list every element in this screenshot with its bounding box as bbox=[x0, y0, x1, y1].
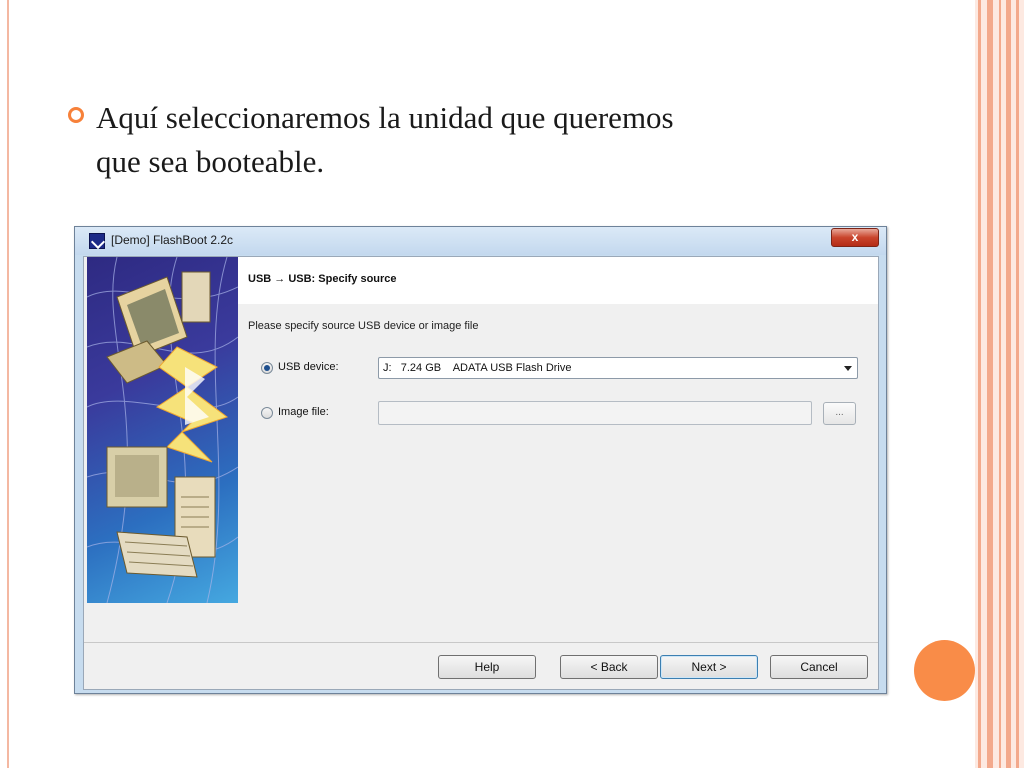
image-file-label[interactable]: Image file: bbox=[278, 406, 329, 418]
slide-decor-circle bbox=[914, 640, 975, 701]
wizard-side-image bbox=[87, 257, 238, 603]
slide-bullet-text: Aquí seleccionaremos la unidad que quere… bbox=[96, 100, 674, 179]
usb-device-select[interactable]: J: 7.24 GB ADATA USB Flash Drive bbox=[378, 357, 858, 379]
close-button[interactable]: x bbox=[831, 228, 879, 247]
back-button[interactable]: < Back bbox=[560, 655, 658, 679]
usb-device-label[interactable]: USB device: bbox=[278, 361, 339, 373]
browse-button[interactable]: ... bbox=[823, 402, 856, 425]
chevron-down-icon bbox=[844, 366, 852, 371]
wizard-instruction: Please specify source USB device or imag… bbox=[248, 320, 479, 332]
image-file-radio[interactable] bbox=[261, 407, 273, 419]
window-title: [Demo] FlashBoot 2.2c bbox=[111, 233, 234, 247]
app-icon bbox=[89, 233, 105, 249]
window-titlebar[interactable]: [Demo] FlashBoot 2.2c x bbox=[75, 227, 886, 255]
slide-right-stripe bbox=[1016, 0, 1019, 768]
usb-device-radio[interactable] bbox=[261, 362, 273, 374]
wizard-header: USB → USB: Specify source bbox=[238, 257, 878, 304]
slide-left-border bbox=[7, 0, 9, 768]
computers-illustration-icon bbox=[87, 257, 238, 603]
slide-right-stripe bbox=[999, 0, 1001, 768]
wizard-step-title: USB → USB: Specify source bbox=[248, 273, 397, 285]
footer-divider bbox=[84, 642, 878, 643]
help-button[interactable]: Help bbox=[438, 655, 536, 679]
next-button[interactable]: Next > bbox=[660, 655, 758, 679]
wizard-client-area: USB → USB: Specify source Please specify… bbox=[83, 256, 879, 690]
cancel-button[interactable]: Cancel bbox=[770, 655, 868, 679]
flashboot-window: [Demo] FlashBoot 2.2c x USB → USB: Speci… bbox=[74, 226, 887, 694]
slide-right-stripe bbox=[987, 0, 993, 768]
bullet-icon bbox=[68, 107, 84, 123]
slide-right-stripe bbox=[978, 0, 981, 768]
image-file-input[interactable] bbox=[378, 401, 812, 425]
usb-device-select-value: J: 7.24 GB ADATA USB Flash Drive bbox=[383, 362, 572, 374]
slide-right-stripe bbox=[1006, 0, 1011, 768]
